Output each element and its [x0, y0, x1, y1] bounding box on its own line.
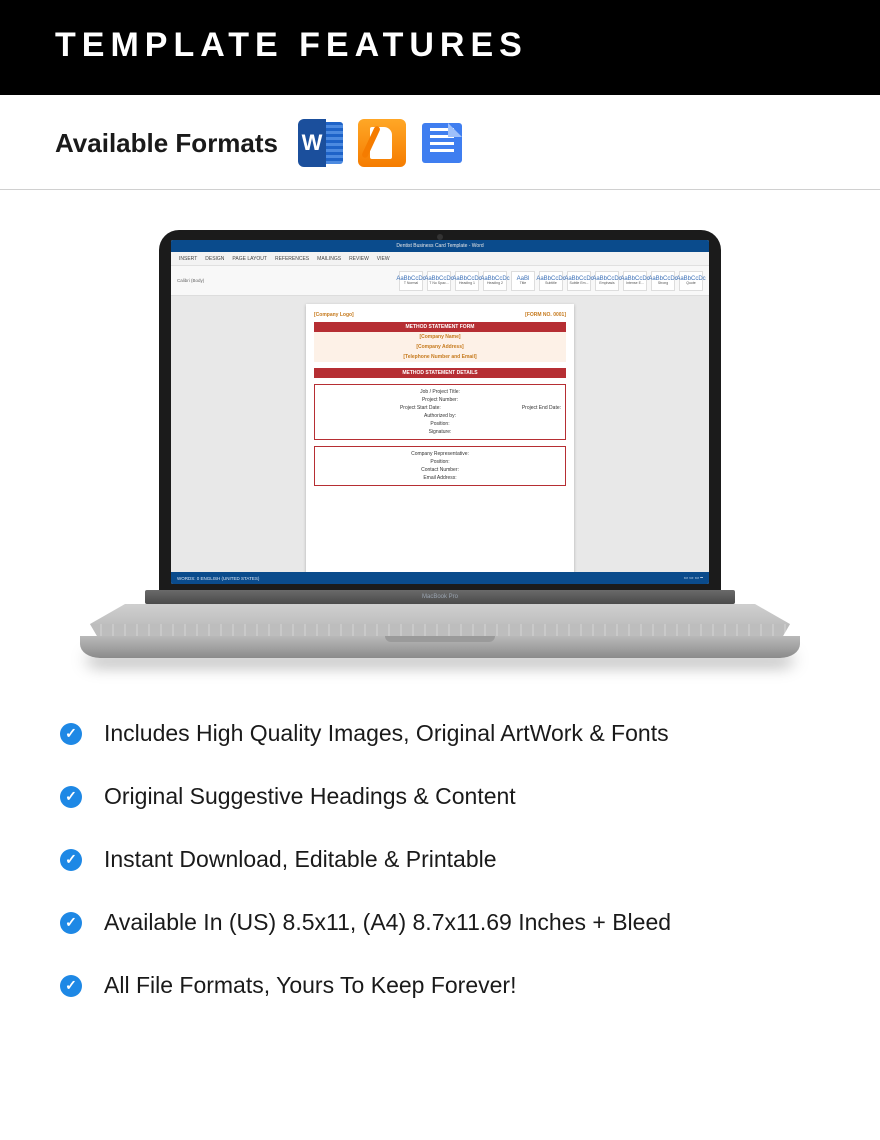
- google-docs-icon: [418, 119, 466, 167]
- formats-label: Available Formats: [55, 128, 278, 159]
- word-icon: [298, 119, 346, 167]
- check-icon: ✓: [60, 723, 82, 745]
- laptop-base: [80, 636, 800, 658]
- ribbon-tabs: INSERT DESIGN PAGE LAYOUT REFERENCES MAI…: [171, 252, 709, 266]
- doc-logo-placeholder: [Company Logo]: [314, 312, 354, 318]
- doc-form-no: [FORM NO. 0001]: [525, 312, 566, 318]
- ribbon-body: Calibri (Body) AaBbCcDcT Normal AaBbCcDc…: [171, 266, 709, 296]
- feature-item: ✓ Original Suggestive Headings & Content: [60, 765, 820, 828]
- pages-icon: [358, 119, 406, 167]
- formats-row: Available Formats: [0, 95, 880, 190]
- check-icon: ✓: [60, 975, 82, 997]
- view-controls-icon: ▭ ▭ ▭ ━: [684, 575, 703, 581]
- feature-text: Available In (US) 8.5x11, (A4) 8.7x11.69…: [104, 909, 671, 936]
- ribbon-tab: PAGE LAYOUT: [232, 256, 267, 262]
- features-list: ✓ Includes High Quality Images, Original…: [0, 668, 880, 1057]
- feature-item: ✓ Instant Download, Editable & Printable: [60, 828, 820, 891]
- ribbon-tab: VIEW: [377, 256, 390, 262]
- page-title: TEMPLATE FEATURES: [55, 26, 825, 65]
- laptop-mockup: Dentist Business Card Template - Word IN…: [0, 190, 880, 668]
- feature-text: Original Suggestive Headings & Content: [104, 783, 516, 810]
- ribbon-tab: INSERT: [179, 256, 197, 262]
- feature-text: All File Formats, Yours To Keep Forever!: [104, 972, 516, 999]
- format-icons: [298, 119, 466, 167]
- header-bar: TEMPLATE FEATURES: [0, 0, 880, 95]
- doc-details-band: METHOD STATEMENT DETAILS: [314, 368, 566, 378]
- feature-item: ✓ Includes High Quality Images, Original…: [60, 702, 820, 765]
- feature-text: Instant Download, Editable & Printable: [104, 846, 497, 873]
- ribbon-tab: MAILINGS: [317, 256, 341, 262]
- check-icon: ✓: [60, 912, 82, 934]
- laptop-deck: [90, 604, 790, 624]
- word-app-window: Dentist Business Card Template - Word IN…: [171, 240, 709, 584]
- doc-section-2: Company Representative: Position: Contac…: [314, 446, 566, 486]
- document-page: [Company Logo] [FORM NO. 0001] METHOD ST…: [306, 304, 574, 584]
- feature-item: ✓ All File Formats, Yours To Keep Foreve…: [60, 954, 820, 1017]
- window-title: Dentist Business Card Template - Word: [171, 240, 709, 252]
- styles-gallery: AaBbCcDcT Normal AaBbCcDcT No Spac... Aa…: [399, 271, 703, 291]
- ribbon-tab: DESIGN: [205, 256, 224, 262]
- feature-item: ✓ Available In (US) 8.5x11, (A4) 8.7x11.…: [60, 891, 820, 954]
- laptop-hinge: MacBook Pro: [145, 590, 735, 604]
- doc-company-name: [Company Name]: [314, 332, 566, 342]
- doc-section-1: Job / Project Title: Project Number: Pro…: [314, 384, 566, 440]
- laptop-screen: Dentist Business Card Template - Word IN…: [159, 230, 721, 590]
- check-icon: ✓: [60, 849, 82, 871]
- feature-text: Includes High Quality Images, Original A…: [104, 720, 669, 747]
- ribbon-tab: REFERENCES: [275, 256, 309, 262]
- doc-company-address: [Company Address]: [314, 342, 566, 352]
- status-bar: WORDS: 0 ENGLISH (UNITED STATES) ▭ ▭ ▭ ━: [171, 572, 709, 584]
- ribbon-tab: REVIEW: [349, 256, 369, 262]
- doc-phone-email: [Telephone Number and Email]: [314, 352, 566, 362]
- font-selector: Calibri (Body): [177, 278, 204, 283]
- laptop-keyboard: [90, 624, 790, 636]
- check-icon: ✓: [60, 786, 82, 808]
- doc-header-band: METHOD STATEMENT FORM: [314, 322, 566, 332]
- status-text: WORDS: 0 ENGLISH (UNITED STATES): [177, 576, 259, 581]
